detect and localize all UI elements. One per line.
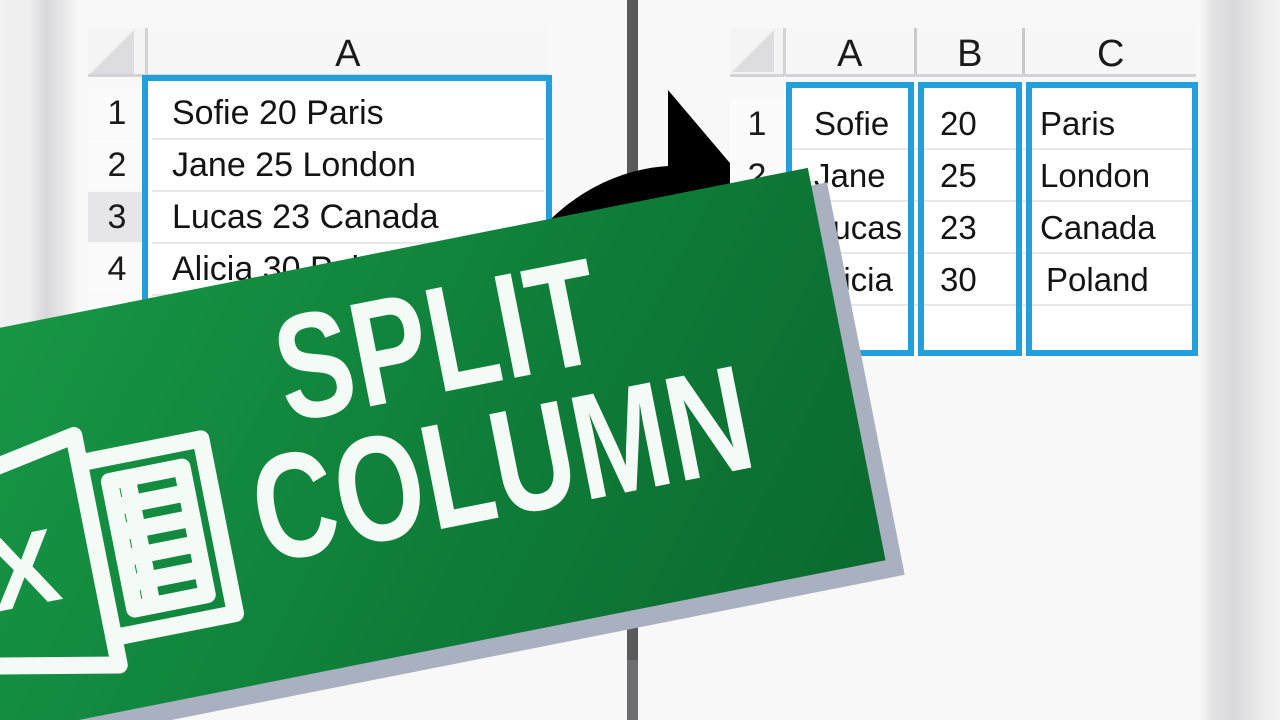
- excel-logo-letter: X: [0, 507, 68, 634]
- thumbnail-canvas: A 1 2 3 4 5 Sofie 20 Paris Jane 25 Londo…: [0, 0, 1280, 720]
- corner-bottom-rule: [88, 74, 146, 77]
- colheader-bottom-rule-after: [786, 74, 1196, 77]
- row-header-4[interactable]: 4: [88, 244, 146, 294]
- column-header-c-after[interactable]: C: [1026, 26, 1196, 76]
- row-header-1[interactable]: 1: [88, 88, 146, 138]
- center-divider-lower: [627, 660, 638, 720]
- column-header-a[interactable]: A: [148, 26, 548, 76]
- column-header-a-after[interactable]: A: [786, 26, 914, 76]
- row-header-2[interactable]: 2: [88, 140, 146, 190]
- column-header-b-after[interactable]: B: [918, 26, 1022, 76]
- colheader-sep-ab: [914, 28, 917, 76]
- row-header-1-after[interactable]: 1: [730, 98, 784, 150]
- row-header-3[interactable]: 3: [88, 192, 146, 242]
- select-all-triangle-icon-after: [732, 30, 774, 72]
- selection-outline-column-c[interactable]: [1026, 82, 1198, 356]
- colheader-sep-bc: [1022, 28, 1025, 76]
- corner-bottom-rule-after: [730, 74, 784, 77]
- right-edge-shadow: [1198, 0, 1280, 720]
- selection-outline-column-b[interactable]: [918, 82, 1022, 356]
- select-all-triangle-icon: [90, 30, 134, 74]
